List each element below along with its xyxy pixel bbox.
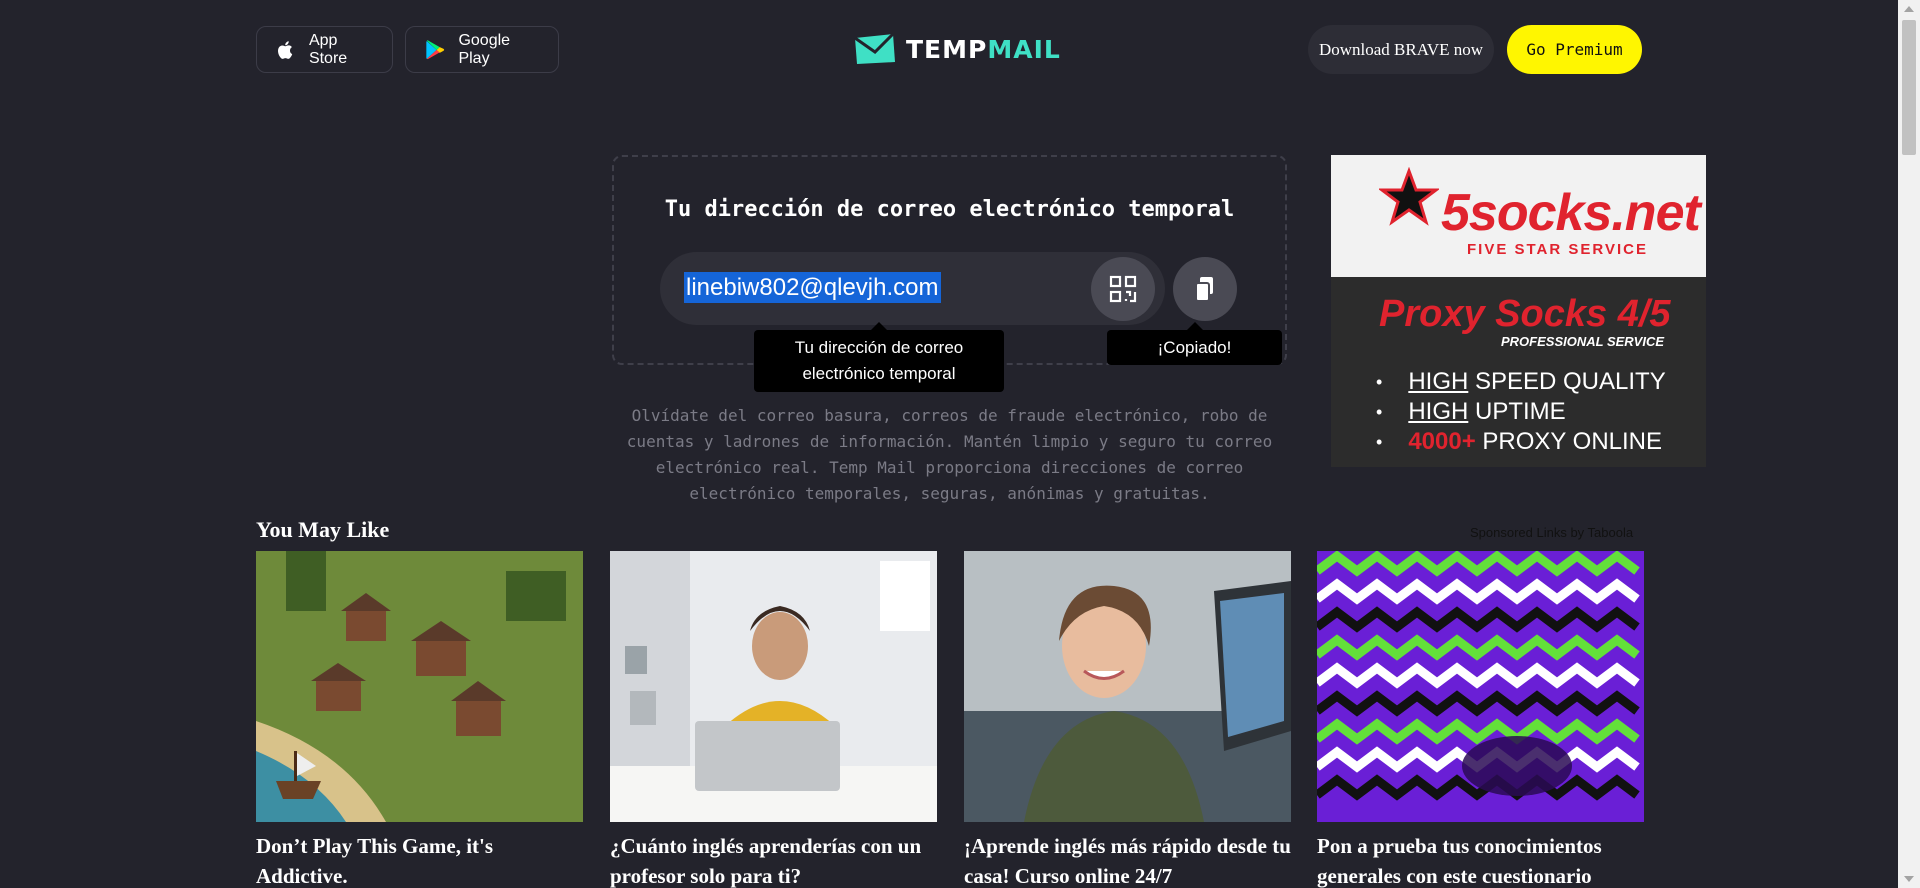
qr-code-icon [1109, 275, 1137, 303]
recommendation-card[interactable]: ¡Aprende inglés más rápido desde tu casa… [964, 551, 1291, 888]
card-title[interactable]: ¿Cuánto inglés aprenderías con un profes… [610, 831, 937, 888]
copy-icon [1195, 277, 1213, 302]
star-icon [1379, 167, 1439, 226]
google-play-icon [426, 39, 445, 59]
ad-feature-text: SPEED QUALITY [1468, 368, 1666, 395]
email-panel-title: Tu dirección de correo electrónico tempo… [664, 197, 1235, 222]
copy-button[interactable] [1173, 257, 1237, 321]
ad-feature-accent: HIGH [1408, 398, 1469, 425]
ad-logo-text: 5socks.net [1441, 184, 1701, 242]
recommendation-card[interactable]: Don’t Play This Game, it's Addictive. [256, 551, 583, 888]
tempmail-logo[interactable]: TEMPMAIL [853, 32, 1061, 66]
optical-illusion-image[interactable] [1317, 551, 1644, 822]
envelope-logo-icon [854, 32, 895, 64]
qr-code-button[interactable] [1091, 257, 1155, 321]
logo-text: TEMPMAIL [906, 35, 1061, 64]
recommendation-card[interactable]: ¿Cuánto inglés aprenderías con un profes… [610, 551, 937, 888]
download-brave-button[interactable]: Download BRAVE now [1308, 25, 1494, 74]
woman-laptop-image[interactable] [964, 551, 1291, 822]
logo-text-mail: MAIL [987, 34, 1061, 64]
teacher-laptop-image[interactable] [610, 551, 937, 822]
go-premium-button[interactable]: Go Premium [1507, 25, 1642, 74]
copied-tooltip: ¡Copiado! [1107, 322, 1282, 365]
ad-subheadline: PROFESSIONAL SERVICE [1501, 334, 1665, 349]
ad-feature-list: HIGH SPEED QUALITY HIGH UPTIME 4000+ PRO… [1376, 367, 1666, 457]
logo-text-temp: TEMP [906, 34, 988, 64]
sponsored-links-label[interactable]: Sponsored Links by Taboola [1470, 525, 1633, 540]
recommendation-card[interactable]: Pon a prueba tus conocimientos generales… [1317, 551, 1644, 888]
apple-icon [278, 40, 293, 59]
scrollbar-thumb[interactable] [1902, 20, 1916, 155]
scroll-down-arrow-icon[interactable] [1904, 876, 1914, 882]
proxy-ad-banner[interactable]: 5socks.net FIVE STAR SERVICE Proxy Socks… [1331, 155, 1706, 467]
header: App Store Google Play TEMPMAIL Download … [0, 0, 1920, 100]
ad-feature-text: PROXY ONLINE [1475, 428, 1662, 455]
ad-feature-accent: 4000+ [1408, 428, 1476, 455]
app-store-button[interactable]: App Store [256, 26, 393, 73]
you-may-like-heading: You May Like [256, 517, 390, 542]
ad-feature-item: 4000+ PROXY ONLINE [1376, 427, 1666, 457]
ad-feature-text: UPTIME [1468, 398, 1566, 425]
page-scrollbar[interactable] [1898, 0, 1920, 888]
email-tooltip: Tu dirección de correo electrónico tempo… [754, 322, 1004, 392]
app-store-label: App Store [308, 31, 348, 67]
ad-feature-item: HIGH UPTIME [1376, 397, 1666, 427]
ad-logo-area: 5socks.net FIVE STAR SERVICE [1331, 155, 1706, 277]
ad-feature-accent: HIGH [1408, 368, 1469, 395]
google-play-button[interactable]: Google Play [405, 26, 559, 73]
game-village-image[interactable] [256, 551, 583, 822]
card-title[interactable]: ¡Aprende inglés más rápido desde tu casa… [964, 831, 1291, 888]
card-title[interactable]: Pon a prueba tus conocimientos generales… [1317, 831, 1644, 888]
card-title[interactable]: Don’t Play This Game, it's Addictive. [256, 831, 583, 888]
google-play-label: Google Play [458, 31, 511, 67]
ad-headline: Proxy Socks 4/5 [1379, 293, 1671, 335]
ad-feature-item: HIGH SPEED QUALITY [1376, 367, 1666, 397]
ad-logo-tagline: FIVE STAR SERVICE [1467, 241, 1648, 258]
service-description: Olvídate del correo basura, correos de f… [626, 406, 1273, 503]
scroll-up-arrow-icon[interactable] [1904, 6, 1914, 12]
email-address-value[interactable]: linebiw802@qlevjh.com [684, 272, 941, 303]
